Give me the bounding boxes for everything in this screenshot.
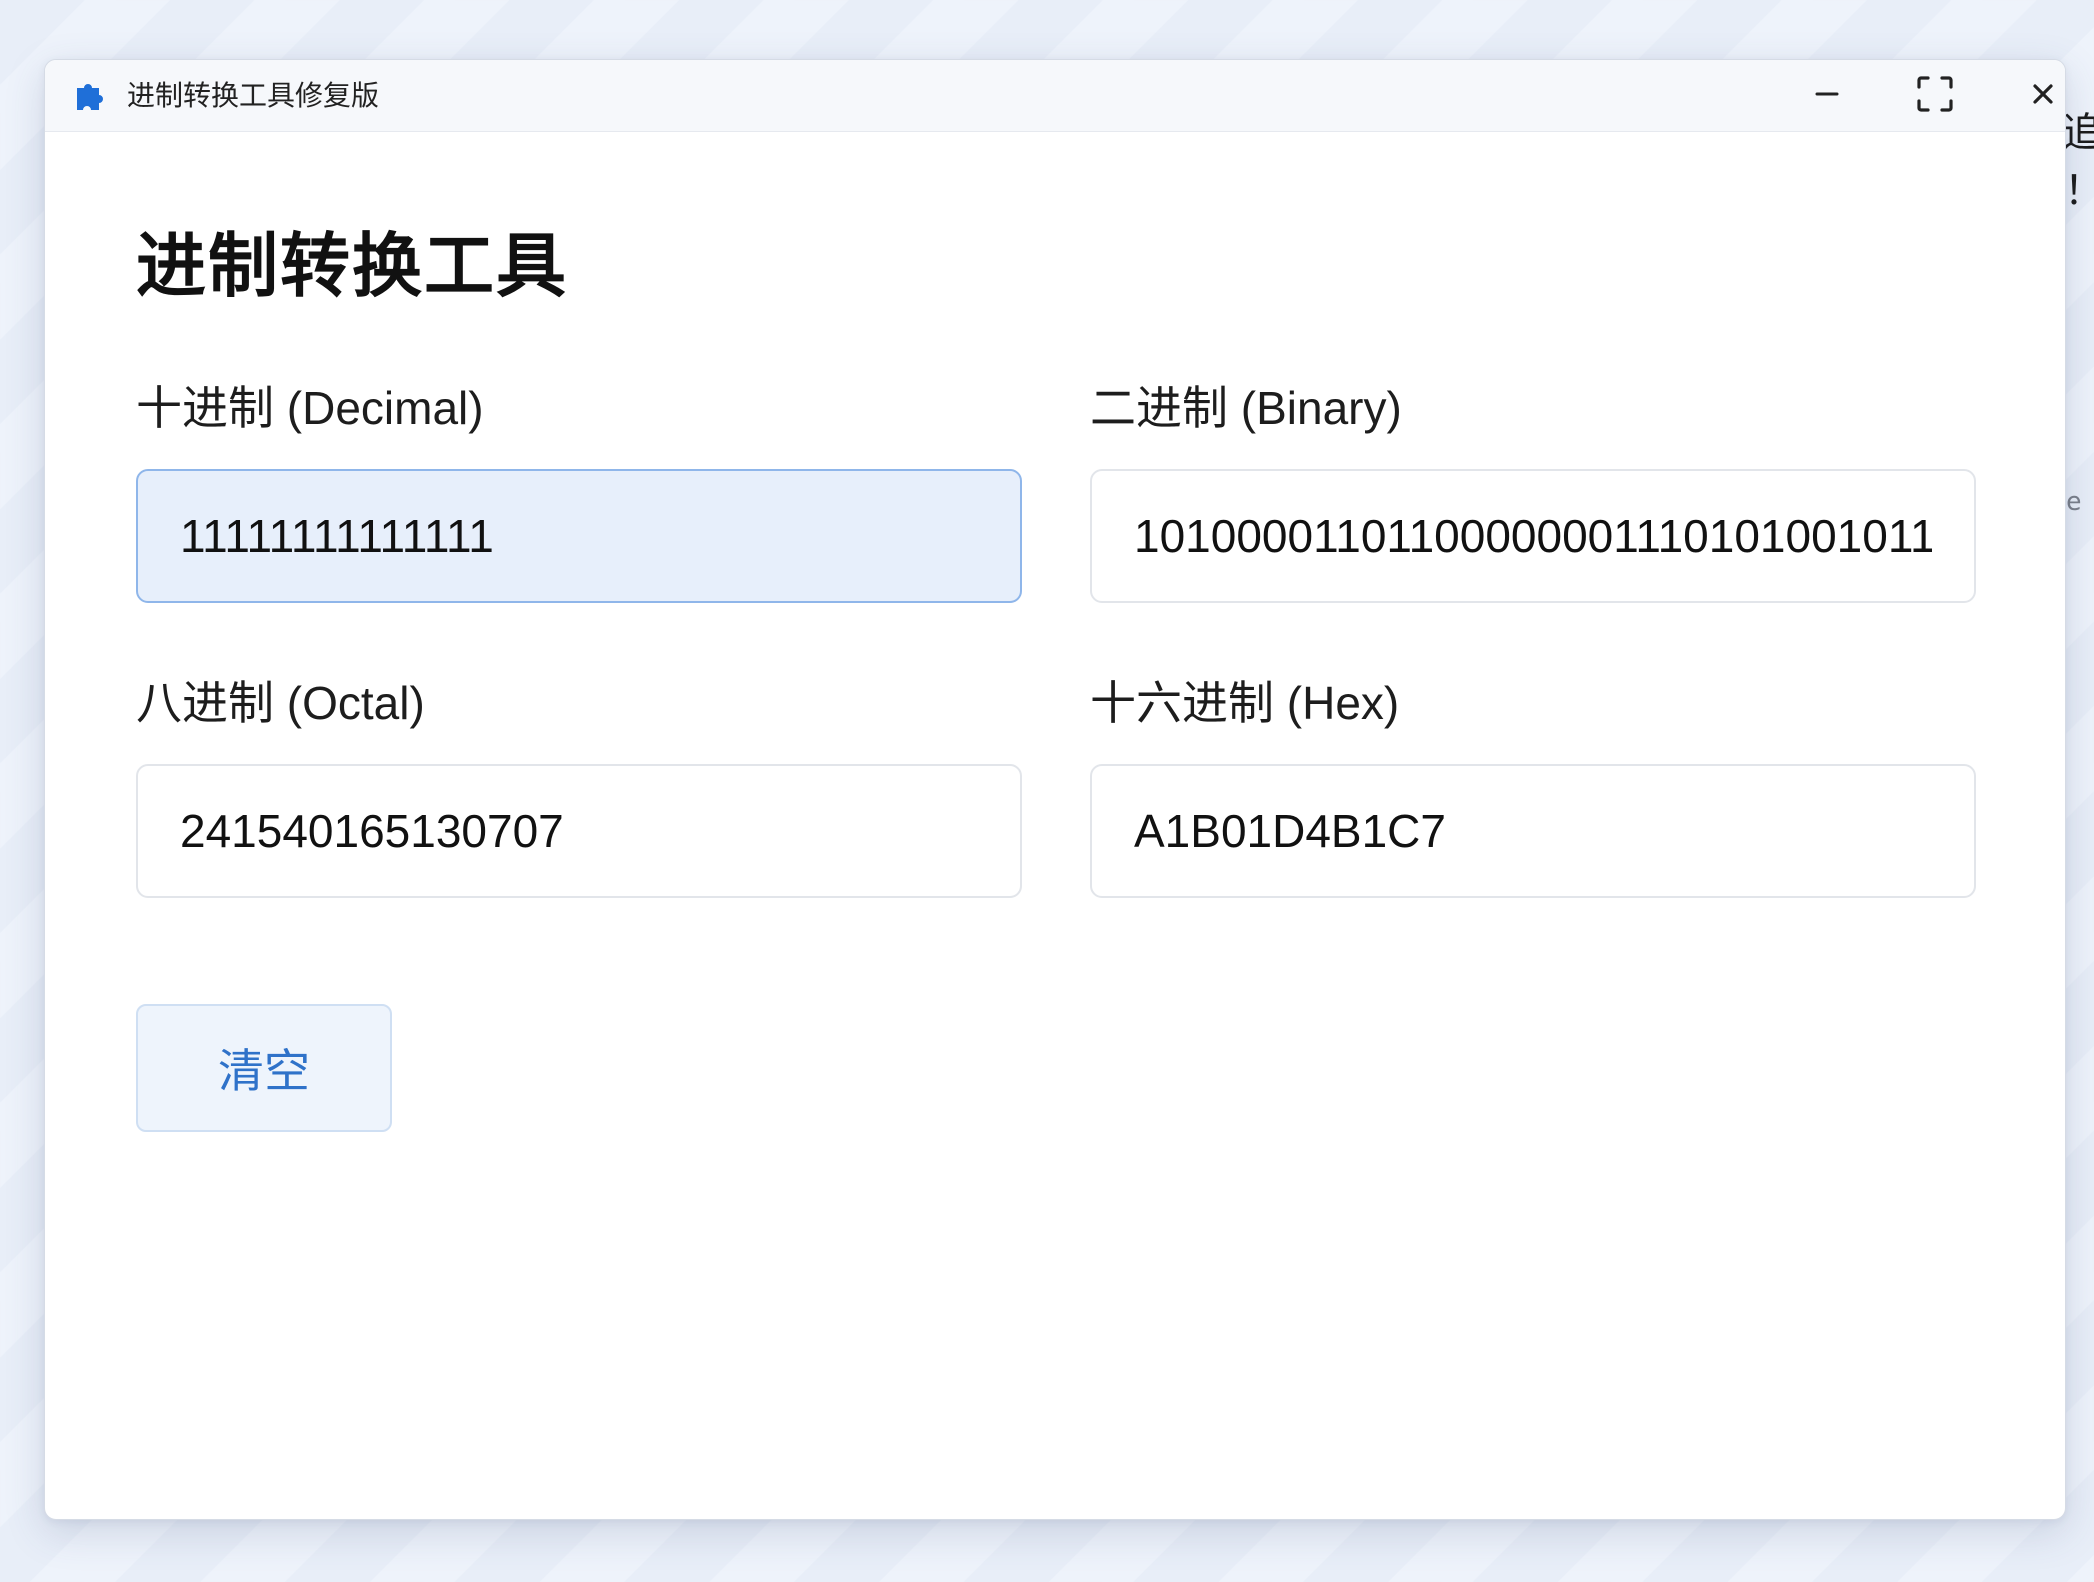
app-window: 进制转换工具修复版 进制转换工具 十进制 (Decimal) 111111111… (44, 59, 2066, 1520)
maximize-button[interactable] (1881, 60, 1989, 132)
binary-input[interactable] (1090, 469, 1976, 603)
decimal-input[interactable] (136, 469, 1022, 603)
puzzle-piece-icon (73, 78, 107, 112)
octal-input[interactable] (136, 764, 1022, 898)
hex-input[interactable] (1090, 764, 1976, 898)
hex-label: 十六进制 (Hex) (1090, 677, 1400, 729)
octal-label: 八进制 (Octal) (136, 677, 425, 729)
close-button[interactable] (1989, 60, 2065, 132)
title-bar[interactable]: 进制转换工具修复版 (45, 60, 2065, 132)
fullscreen-icon (1916, 75, 1954, 118)
background-text-fragment: ！, (2064, 158, 2094, 216)
decimal-label: 十进制 (Decimal) (136, 382, 484, 434)
page-title: 进制转换工具 (136, 227, 568, 305)
clear-button[interactable]: 清空 (136, 1004, 392, 1132)
window-title: 进制转换工具修复版 (127, 80, 380, 111)
minimize-icon (1814, 81, 1840, 112)
close-icon (2031, 82, 2055, 111)
minimize-button[interactable] (1773, 60, 1881, 132)
background-text-fragment: 追 (2062, 110, 2094, 156)
background-text-fragment: e l (2066, 487, 2094, 517)
binary-label: 二进制 (Binary) (1090, 382, 1402, 434)
